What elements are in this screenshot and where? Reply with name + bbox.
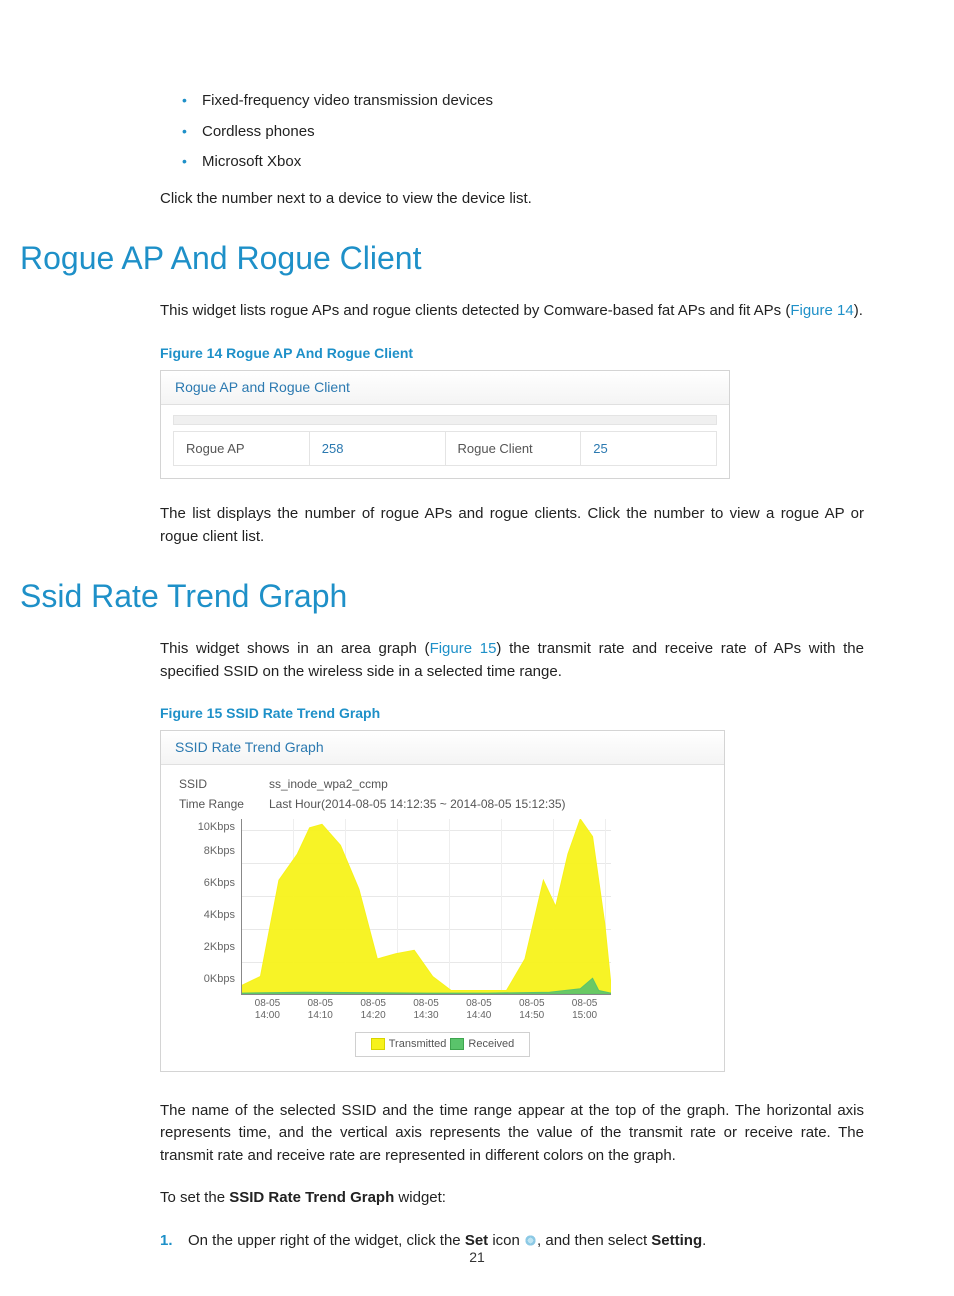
xtick: 08-0514:30 (400, 995, 453, 1022)
xtick: 08-0515:00 (558, 995, 611, 1022)
ytick: 6Kbps (179, 867, 235, 899)
xtick: 08-0514:40 (452, 995, 505, 1022)
bold-text: SSID Rate Trend Graph (229, 1189, 394, 1206)
ssid-after1: The name of the selected SSID and the ti… (160, 1100, 864, 1168)
intro-note: Click the number next to a device to vie… (160, 188, 864, 211)
legend-swatch-received (450, 1038, 464, 1050)
ssid-label: SSID (179, 775, 269, 793)
list-item-text: Microsoft Xbox (202, 153, 301, 170)
rogue-ap-count[interactable]: 258 (309, 432, 445, 466)
list-item: Cordless phones (182, 121, 864, 144)
ytick: 10Kbps (179, 819, 235, 835)
ytick: 2Kbps (179, 931, 235, 963)
text: On the upper right of the widget, click … (188, 1232, 465, 1249)
ssid-widget: SSID Rate Trend Graph SSID ss_inode_wpa2… (160, 730, 725, 1072)
chart-yaxis: 10Kbps 8Kbps 6Kbps 4Kbps 2Kbps 0Kbps (179, 819, 241, 995)
rogue-table-row: Rogue AP 258 Rogue Client 25 (173, 431, 717, 467)
xtick: 08-0514:50 (505, 995, 558, 1022)
figure-15-caption: Figure 15 SSID Rate Trend Graph (160, 703, 864, 724)
device-bullet-list: Fixed-frequency video transmission devic… (182, 90, 864, 174)
text: , and then select (537, 1232, 651, 1249)
text: This widget lists rogue APs and rogue cl… (160, 302, 790, 319)
figure-14-caption: Figure 14 Rogue AP And Rogue Client (160, 343, 864, 364)
ssid-after2: To set the SSID Rate Trend Graph widget: (160, 1187, 864, 1210)
rogue-client-count[interactable]: 25 (580, 432, 716, 466)
rogue-widget-title: Rogue AP and Rogue Client (161, 371, 729, 405)
text: This widget shows in an area graph ( (160, 640, 430, 657)
legend-received: Received (468, 1036, 514, 1053)
rogue-client-label: Rogue Client (445, 432, 581, 466)
chart-xaxis: 08-0514:0008-0514:1008-0514:2008-0514:30… (241, 995, 611, 1022)
list-item-text: Fixed-frequency video transmission devic… (202, 92, 493, 109)
ytick: 4Kbps (179, 899, 235, 931)
rogue-intro: This widget lists rogue APs and rogue cl… (160, 300, 864, 323)
time-range-label: Time Range (179, 795, 269, 813)
section-heading-rogue: Rogue AP And Rogue Client (20, 234, 864, 282)
gear-icon (524, 1234, 537, 1247)
legend-transmitted: Transmitted (389, 1036, 447, 1053)
rogue-ap-label: Rogue AP (174, 432, 309, 466)
ssid-widget-title: SSID Rate Trend Graph (161, 731, 724, 765)
chart-plot-area (241, 819, 611, 995)
time-range-value: Last Hour(2014-08-05 14:12:35 ~ 2014-08-… (269, 795, 566, 813)
figure-15-link[interactable]: Figure 15 (430, 640, 497, 657)
page-number: 21 (0, 1247, 954, 1268)
list-item: Fixed-frequency video transmission devic… (182, 90, 864, 113)
text: widget: (394, 1189, 446, 1206)
ytick: 0Kbps (179, 963, 235, 995)
rogue-table-header (173, 415, 717, 425)
xtick: 08-0514:00 (241, 995, 294, 1022)
text: ). (854, 302, 863, 319)
bold-text: Set (465, 1232, 488, 1249)
list-item-text: Cordless phones (202, 123, 315, 140)
text: . (702, 1232, 706, 1249)
list-item: Microsoft Xbox (182, 151, 864, 174)
figure-14-link[interactable]: Figure 14 (790, 302, 853, 319)
bold-text: Setting (651, 1232, 702, 1249)
chart-legend: Transmitted Received (355, 1032, 530, 1057)
ssid-chart: 10Kbps 8Kbps 6Kbps 4Kbps 2Kbps 0Kbps (179, 819, 706, 995)
ssid-intro: This widget shows in an area graph (Figu… (160, 638, 864, 683)
legend-swatch-transmitted (371, 1038, 385, 1050)
xtick: 08-0514:10 (294, 995, 347, 1022)
ssid-value: ss_inode_wpa2_ccmp (269, 775, 388, 793)
rogue-widget: Rogue AP and Rogue Client Rogue AP 258 R… (160, 370, 730, 480)
text: To set the (160, 1189, 229, 1206)
section-heading-ssid: Ssid Rate Trend Graph (20, 572, 864, 620)
rogue-after: The list displays the number of rogue AP… (160, 503, 864, 548)
ytick: 8Kbps (179, 835, 235, 867)
xtick: 08-0514:20 (347, 995, 400, 1022)
text: icon (488, 1232, 524, 1249)
